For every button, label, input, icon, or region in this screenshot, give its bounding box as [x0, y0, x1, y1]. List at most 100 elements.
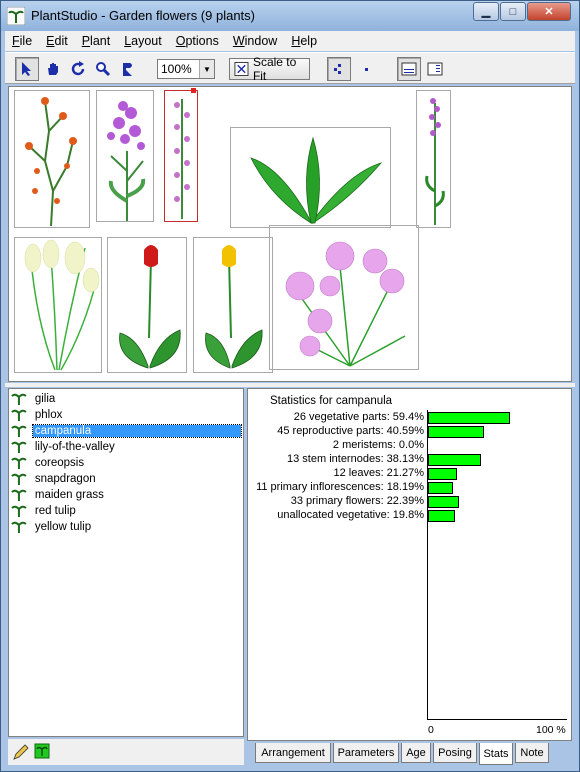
plant-drawing-yellow-tulip[interactable] [193, 237, 273, 373]
plant-drawing-canvas[interactable] [8, 86, 572, 382]
single-dot-icon [365, 68, 368, 71]
selection-handle[interactable] [191, 88, 196, 93]
list-toolbar [8, 739, 244, 765]
rotate-button[interactable] [66, 57, 90, 81]
new-plant-icon[interactable] [34, 743, 50, 759]
red-flower-plant-image [25, 97, 77, 227]
arrow-select-icon [22, 62, 31, 76]
chevron-down-icon[interactable]: ▼ [199, 60, 214, 78]
plant-list-item[interactable]: campanula [11, 423, 243, 439]
menu-edit[interactable]: Edit [39, 34, 75, 48]
close-icon: ✕ [544, 6, 554, 18]
menu-options[interactable]: Options [169, 34, 226, 48]
drag-pose-icon [123, 63, 132, 76]
menu-help[interactable]: Help [284, 34, 324, 48]
toolbar: 100% ▼ Scale to Fit [5, 52, 575, 84]
menu-window[interactable]: Window [226, 34, 284, 48]
plant-list-item[interactable]: snapdragon [11, 471, 241, 487]
plant-list-item[interactable]: phlox [11, 407, 241, 423]
plant-drawing-coreopsis[interactable] [269, 225, 419, 370]
plant-list-item[interactable]: lily-of-the-valley [11, 439, 241, 455]
plant-list-label: phlox [34, 409, 63, 421]
stat-label: 11 primary inflorescences: 18.19% [256, 481, 424, 493]
drag-pose-button[interactable] [116, 57, 140, 81]
tab-stats[interactable]: Stats [479, 743, 513, 765]
plant-icon [11, 521, 27, 533]
tab-age[interactable]: Age [401, 743, 431, 763]
hand-icon [48, 63, 58, 75]
tab-parameters[interactable]: Parameters [333, 743, 399, 763]
stat-label: 45 reproductive parts: 40.59% [277, 425, 424, 437]
plant-list-label: snapdragon [34, 473, 96, 485]
plant-drawing-lily-of-the-valley[interactable] [230, 127, 391, 228]
plant-drawing-maiden-grass[interactable] [14, 237, 102, 373]
plant-list-label: coreopsis [34, 457, 85, 469]
rotate-icon [71, 61, 85, 76]
horizontal-splitter[interactable] [5, 383, 575, 387]
plant-list-label: campanula [31, 424, 243, 438]
plant-list-item[interactable]: coreopsis [11, 455, 241, 471]
plant-drawing-snapdragon[interactable] [416, 90, 451, 228]
stat-bar [428, 426, 484, 438]
title-bar[interactable]: PlantStudio - Garden flowers (9 plants) … [1, 1, 579, 31]
plant-list-label: lily-of-the-valley [34, 441, 115, 453]
menu-layout[interactable]: Layout [117, 34, 169, 48]
arrow-select-button[interactable] [15, 57, 39, 81]
stat-bar [428, 468, 457, 480]
stat-label: 12 leaves: 21.27% [333, 467, 424, 479]
stat-bar [428, 496, 459, 508]
scale-to-fit-label: Scale to Fit [252, 55, 297, 83]
snapdragon-plant-image [425, 98, 445, 225]
plant-list-item[interactable]: gilia [11, 391, 241, 407]
scale-to-fit-button[interactable]: Scale to Fit [229, 55, 310, 83]
close-button[interactable]: ✕ [527, 2, 571, 21]
menu-file[interactable]: File [5, 34, 39, 48]
stat-label: 26 vegetative parts: 59.4% [293, 411, 424, 423]
yellow-tulip-image [205, 245, 263, 369]
panel-stats-icon [401, 62, 417, 76]
plant-drawing-gilia[interactable] [14, 90, 90, 228]
plant-icon [11, 489, 27, 501]
plant-icon [11, 441, 27, 453]
maximize-icon: □ [509, 5, 517, 18]
stat-bar [428, 412, 510, 424]
zoom-select[interactable]: 100% ▼ [157, 59, 215, 79]
scale-to-fit-icon [234, 61, 249, 77]
tab-note[interactable]: Note [515, 743, 549, 763]
layout-single-button[interactable] [354, 57, 378, 81]
view-stats-button[interactable] [397, 57, 421, 81]
stat-row: 45 reproductive parts: 40.59% [248, 425, 573, 439]
stat-label: 13 stem internodes: 38.13% [287, 453, 424, 465]
plant-list-item[interactable]: maiden grass [11, 487, 241, 503]
stat-label: unallocated vegetative: 19.8% [277, 509, 424, 521]
panel-tabs: Arrangement Parameters Age Posing Stats Note [247, 743, 575, 765]
plant-drawing-red-tulip[interactable] [107, 237, 187, 373]
plantstudio-app-icon[interactable] [7, 7, 25, 25]
app-window: PlantStudio - Garden flowers (9 plants) … [0, 0, 580, 772]
plant-list-item[interactable]: red tulip [11, 503, 241, 519]
plant-icon [11, 457, 27, 469]
plant-icon [11, 409, 27, 421]
pencil-icon[interactable] [12, 743, 30, 761]
minimize-button[interactable]: ▁ [473, 2, 499, 21]
plant-list-label: yellow tulip [34, 521, 92, 533]
menu-plant[interactable]: Plant [75, 34, 118, 48]
plant-drawing-campanula[interactable] [164, 88, 198, 222]
stat-row: unallocated vegetative: 19.8% [248, 509, 573, 523]
stat-row: 13 stem internodes: 38.13% [248, 453, 573, 467]
plant-drawing-phlox[interactable] [96, 90, 154, 222]
tab-posing[interactable]: Posing [433, 743, 477, 763]
magnify-button[interactable] [91, 57, 115, 81]
layout-spread-button[interactable] [327, 57, 351, 81]
view-browser-button[interactable] [423, 57, 447, 81]
tab-arrangement[interactable]: Arrangement [255, 743, 331, 763]
hand-scroll-button[interactable] [41, 57, 65, 81]
stat-row: 11 primary inflorescences: 18.19% [248, 481, 573, 495]
stat-row: 2 meristems: 0.0% [248, 439, 573, 453]
stats-axis-horizontal [427, 719, 567, 720]
broad-leaf-plant-image [250, 136, 383, 225]
stat-row: 33 primary flowers: 22.39% [248, 495, 573, 509]
plant-list: gilia phlox campanula lily-of-the-valley cor… [8, 388, 244, 737]
maximize-button[interactable]: □ [500, 2, 526, 21]
plant-list-item[interactable]: yellow tulip [11, 519, 241, 535]
